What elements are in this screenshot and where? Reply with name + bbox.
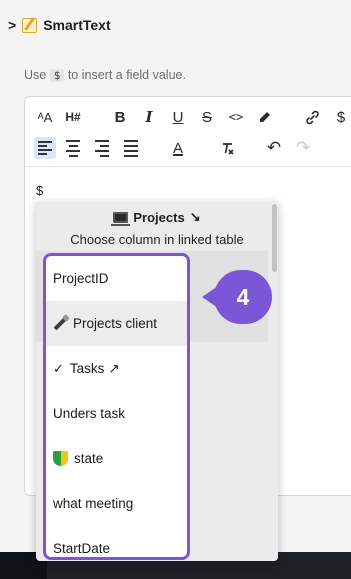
align-left-icon — [38, 139, 52, 157]
redo-button[interactable]: ↷ — [292, 137, 314, 159]
list-item-what-meeting[interactable]: what meeting — [46, 481, 187, 526]
align-left-button[interactable] — [34, 137, 56, 159]
list-item-unders-task[interactable]: Unders task — [46, 391, 187, 436]
align-right-icon — [95, 138, 109, 158]
popup-header: Projects ↘ Choose column in linked table — [36, 201, 278, 251]
code-button[interactable]: <> — [225, 106, 247, 128]
highlight-button[interactable] — [254, 106, 276, 128]
popup-title: Projects ↘ — [36, 209, 278, 226]
link-icon — [305, 110, 319, 124]
list-item-label: Unders task — [53, 406, 126, 421]
link-button[interactable] — [301, 106, 323, 128]
align-center-icon — [66, 138, 80, 158]
clear-format-icon — [222, 142, 234, 155]
check-icon: ✓ — [53, 360, 64, 376]
list-item-tasks[interactable]: ✓ Tasks ↗ — [46, 346, 187, 391]
insert-field-button[interactable]: $ — [330, 106, 351, 128]
hint-code: $ — [49, 69, 65, 82]
list-item-label: what meeting — [53, 496, 134, 511]
editor-content[interactable]: $ — [36, 183, 43, 198]
heading-button[interactable]: H# — [62, 106, 84, 128]
arrow-down-right-icon: ↘ — [189, 209, 201, 224]
arrow-up-right-icon: ↗ — [108, 360, 120, 376]
align-center-button[interactable] — [62, 137, 84, 159]
italic-button[interactable]: I — [138, 106, 160, 128]
hint-prefix: Use — [24, 68, 47, 82]
font-color-button[interactable]: A — [167, 137, 189, 159]
list-item-startdate[interactable]: StartDate — [46, 526, 187, 557]
memo-icon — [22, 17, 38, 33]
list-item-label: StartDate — [53, 541, 111, 556]
hint-suffix: to insert a field value. — [67, 68, 186, 82]
list-item-label: state — [74, 451, 104, 466]
clear-format-button[interactable] — [216, 137, 238, 159]
insert-hint: Use $ to insert a field value. — [24, 68, 186, 82]
field-title: > SmartText — [8, 17, 111, 33]
list-item-state[interactable]: state — [46, 436, 187, 481]
list-item-label: ProjectID — [53, 271, 109, 286]
align-justify-icon — [124, 138, 138, 158]
list-item-projects-client[interactable]: Projects client — [46, 301, 187, 346]
align-justify-button[interactable] — [120, 137, 142, 159]
beginner-shield-icon — [53, 451, 68, 466]
popup-subtitle: Choose column in linked table — [70, 232, 244, 247]
list-item-label: Tasks — [69, 361, 105, 376]
underline-button[interactable]: U — [167, 106, 189, 128]
font-size-button[interactable]: ᴬA — [34, 106, 56, 128]
align-right-button[interactable] — [91, 137, 113, 159]
editor-toolbar: ᴬA H# B I U S <> $ A ↶ ↷ — [25, 97, 351, 167]
list-item-label: Projects client — [73, 316, 158, 331]
popup-scrollbar[interactable] — [272, 204, 277, 272]
column-list: ProjectID Projects client ✓ Tasks ↗ Unde… — [43, 253, 190, 560]
popup-title-label: Projects — [133, 209, 185, 225]
collapse-arrow-icon[interactable]: > — [8, 17, 16, 33]
step-badge-number: 4 — [214, 270, 272, 324]
paintbrush-icon — [53, 317, 67, 330]
highlighter-icon — [260, 112, 270, 122]
laptop-icon — [111, 211, 131, 226]
strikethrough-button[interactable]: S — [196, 106, 218, 128]
step-badge: 4 — [202, 270, 272, 324]
bold-button[interactable]: B — [109, 106, 131, 128]
list-item-projectid[interactable]: ProjectID — [46, 256, 187, 301]
undo-button[interactable]: ↶ — [263, 137, 285, 159]
field-title-label: SmartText — [43, 17, 111, 33]
